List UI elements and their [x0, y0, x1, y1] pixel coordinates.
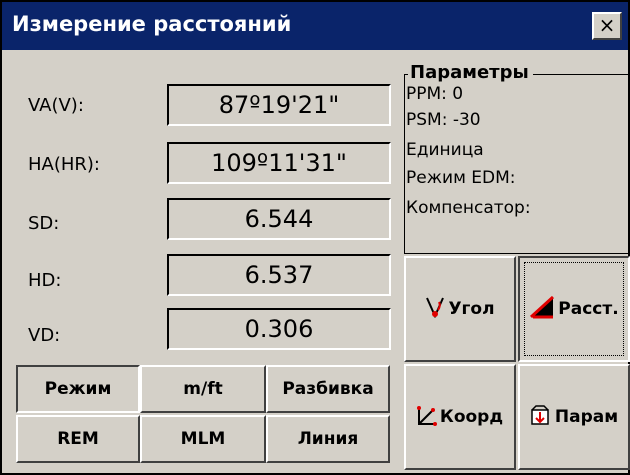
- window-title: Измерение расстояний: [12, 12, 292, 36]
- rem-button[interactable]: REM: [16, 415, 140, 463]
- va-label: VA(V):: [28, 95, 84, 116]
- ha-label: HA(HR):: [28, 154, 100, 175]
- coordinate-icon: [416, 404, 437, 431]
- param-ppm: PPM: 0: [406, 84, 464, 104]
- param-edm-mode: Режим EDM:: [406, 168, 516, 188]
- ha-value: 109º11'31": [167, 142, 391, 184]
- distance-measurement-window: Измерение расстояний × VA(V): 87º19'21" …: [0, 0, 630, 475]
- distance-button[interactable]: Расст.: [518, 256, 630, 362]
- hd-value: 6.537: [167, 254, 391, 296]
- angle-v-icon: [425, 296, 445, 323]
- coord-button-label: Коорд: [439, 407, 504, 427]
- mlm-button-label: MLM: [180, 429, 226, 449]
- param-psm: PSM: -30: [406, 110, 481, 130]
- vd-value: 0.306: [167, 308, 391, 350]
- angle-button-label: Угол: [448, 299, 495, 319]
- param-compensator: Компенсатор:: [406, 198, 531, 218]
- parameters-folder-icon: [530, 404, 552, 431]
- param-button-label: Парам: [554, 407, 619, 427]
- param-button[interactable]: Парам: [518, 364, 630, 470]
- coord-button[interactable]: Коорд: [404, 364, 516, 470]
- close-button[interactable]: ×: [592, 12, 622, 40]
- mode-button[interactable]: Режим: [16, 365, 140, 413]
- title-bar: Измерение расстояний ×: [2, 2, 628, 50]
- mlm-button[interactable]: MLM: [140, 415, 266, 463]
- mode-button-label: Режим: [44, 379, 112, 399]
- params-title: Параметры: [408, 62, 533, 83]
- sd-value: 6.544: [167, 198, 391, 240]
- stakeout-button-label: Разбивка: [282, 379, 374, 399]
- rem-button-label: REM: [57, 429, 99, 449]
- stakeout-button[interactable]: Разбивка: [266, 365, 390, 413]
- angle-button[interactable]: Угол: [404, 256, 516, 362]
- va-value: 87º19'21": [167, 84, 391, 126]
- focus-rect: [524, 262, 624, 356]
- hd-label: HD:: [28, 270, 62, 291]
- sd-label: SD:: [28, 213, 60, 234]
- mft-button-label: m/ft: [183, 379, 223, 399]
- line-button-label: Линия: [297, 429, 359, 449]
- mft-button[interactable]: m/ft: [140, 365, 266, 413]
- vd-label: VD:: [28, 325, 61, 346]
- line-button[interactable]: Линия: [266, 415, 390, 463]
- param-unit: Единица: [406, 140, 484, 160]
